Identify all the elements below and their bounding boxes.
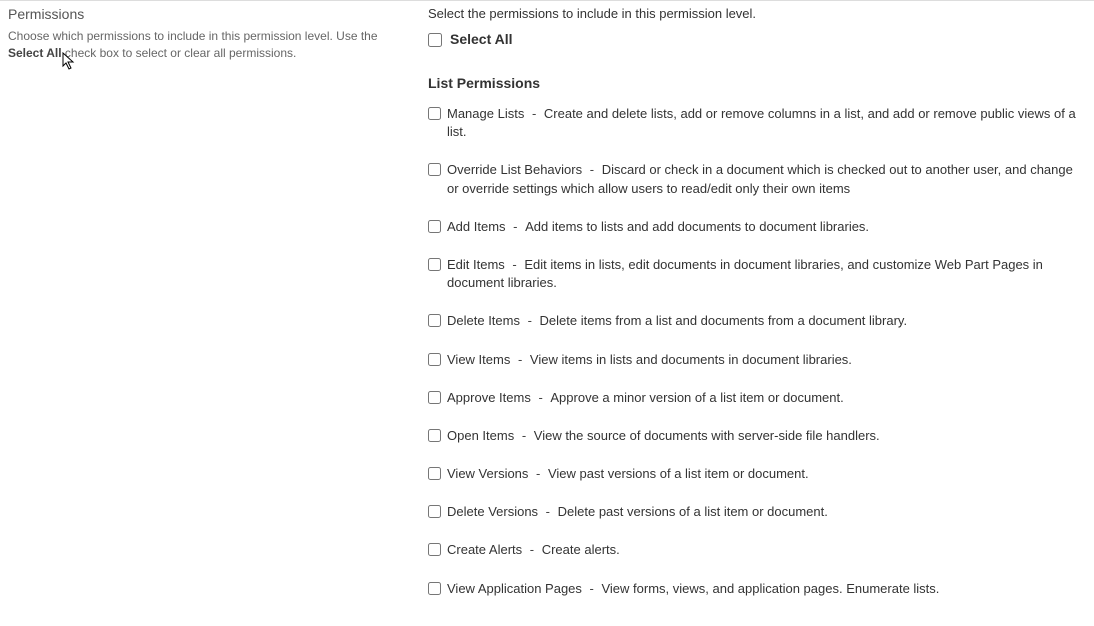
permission-row: View Items - View items in lists and doc… [428,351,1086,369]
separator: - [528,106,540,121]
permission-row: Delete Versions - Delete past versions o… [428,503,1086,521]
select-all-row: Select All [428,31,1086,47]
permission-name: Delete Items [447,313,520,328]
permission-name: View Items [447,352,510,367]
permission-desc: Create and delete lists, add or remove c… [447,106,1076,139]
permission-row: Delete Items - Delete items from a list … [428,312,1086,330]
permission-checkbox[interactable] [428,505,441,518]
permission-desc: View the source of documents with server… [534,428,880,443]
permission-desc: Delete items from a list and documents f… [540,313,908,328]
separator: - [510,219,522,234]
permission-text[interactable]: Delete Versions - Delete past versions o… [447,503,828,521]
permission-checkbox[interactable] [428,391,441,404]
permission-desc: Create alerts. [542,542,620,557]
hint-bold: Select All [8,46,62,60]
permission-desc: View past versions of a list item or doc… [548,466,809,481]
permission-name: View Versions [447,466,528,481]
separator: - [514,352,526,367]
permission-desc: Delete past versions of a list item or d… [558,504,828,519]
permission-name: Delete Versions [447,504,538,519]
separator: - [586,581,598,596]
permission-checkbox[interactable] [428,429,441,442]
permissions-list: Manage Lists - Create and delete lists, … [428,105,1086,598]
separator: - [542,504,554,519]
permission-row: Override List Behaviors - Discard or che… [428,161,1086,197]
permission-row: Open Items - View the source of document… [428,427,1086,445]
select-all-checkbox[interactable] [428,33,442,47]
permission-text[interactable]: Manage Lists - Create and delete lists, … [447,105,1086,141]
group-heading-list-permissions: List Permissions [428,75,1086,91]
permission-checkbox[interactable] [428,258,441,271]
permission-checkbox[interactable] [428,163,441,176]
permission-name: Edit Items [447,257,505,272]
permission-desc: Approve a minor version of a list item o… [550,390,843,405]
permission-checkbox[interactable] [428,582,441,595]
permission-name: Create Alerts [447,542,522,557]
permission-desc: View forms, views, and application pages… [601,581,939,596]
permission-desc: Add items to lists and add documents to … [525,219,869,234]
permission-row: View Application Pages - View forms, vie… [428,580,1086,598]
permission-text[interactable]: Delete Items - Delete items from a list … [447,312,907,330]
permission-text[interactable]: Open Items - View the source of document… [447,427,880,445]
permission-checkbox[interactable] [428,314,441,327]
separator: - [586,162,598,177]
hint-text: Choose which permissions to include in t… [8,28,383,62]
permission-name: Add Items [447,219,506,234]
section-title: Permissions [8,6,383,22]
separator: - [509,257,521,272]
permission-checkbox[interactable] [428,543,441,556]
separator: - [518,428,530,443]
permission-text[interactable]: View Application Pages - View forms, vie… [447,580,939,598]
separator: - [535,390,547,405]
permission-text[interactable]: Approve Items - Approve a minor version … [447,389,844,407]
permission-name: Approve Items [447,390,531,405]
permission-desc: View items in lists and documents in doc… [530,352,852,367]
permission-text[interactable]: Edit Items - Edit items in lists, edit d… [447,256,1086,292]
permission-checkbox[interactable] [428,467,441,480]
permission-name: View Application Pages [447,581,582,596]
permission-name: Manage Lists [447,106,524,121]
hint-post: check box to select or clear all permiss… [62,46,297,60]
separator: - [526,542,538,557]
permission-row: View Versions - View past versions of a … [428,465,1086,483]
permission-text[interactable]: Override List Behaviors - Discard or che… [447,161,1086,197]
permission-row: Manage Lists - Create and delete lists, … [428,105,1086,141]
hint-pre: Choose which permissions to include in t… [8,29,378,43]
permission-checkbox[interactable] [428,220,441,233]
instruction-text: Select the permissions to include in thi… [428,6,1086,21]
permission-text[interactable]: View Versions - View past versions of a … [447,465,809,483]
separator: - [524,313,536,328]
permission-name: Open Items [447,428,514,443]
permission-checkbox[interactable] [428,107,441,120]
permission-row: Add Items - Add items to lists and add d… [428,218,1086,236]
permission-name: Override List Behaviors [447,162,582,177]
select-all-label[interactable]: Select All [450,31,513,47]
permission-row: Create Alerts - Create alerts. [428,541,1086,559]
permission-desc: Edit items in lists, edit documents in d… [447,257,1043,290]
permission-text[interactable]: Create Alerts - Create alerts. [447,541,620,559]
permission-text[interactable]: View Items - View items in lists and doc… [447,351,852,369]
separator: - [532,466,544,481]
permission-row: Edit Items - Edit items in lists, edit d… [428,256,1086,292]
permission-text[interactable]: Add Items - Add items to lists and add d… [447,218,869,236]
permission-row: Approve Items - Approve a minor version … [428,389,1086,407]
permission-checkbox[interactable] [428,353,441,366]
